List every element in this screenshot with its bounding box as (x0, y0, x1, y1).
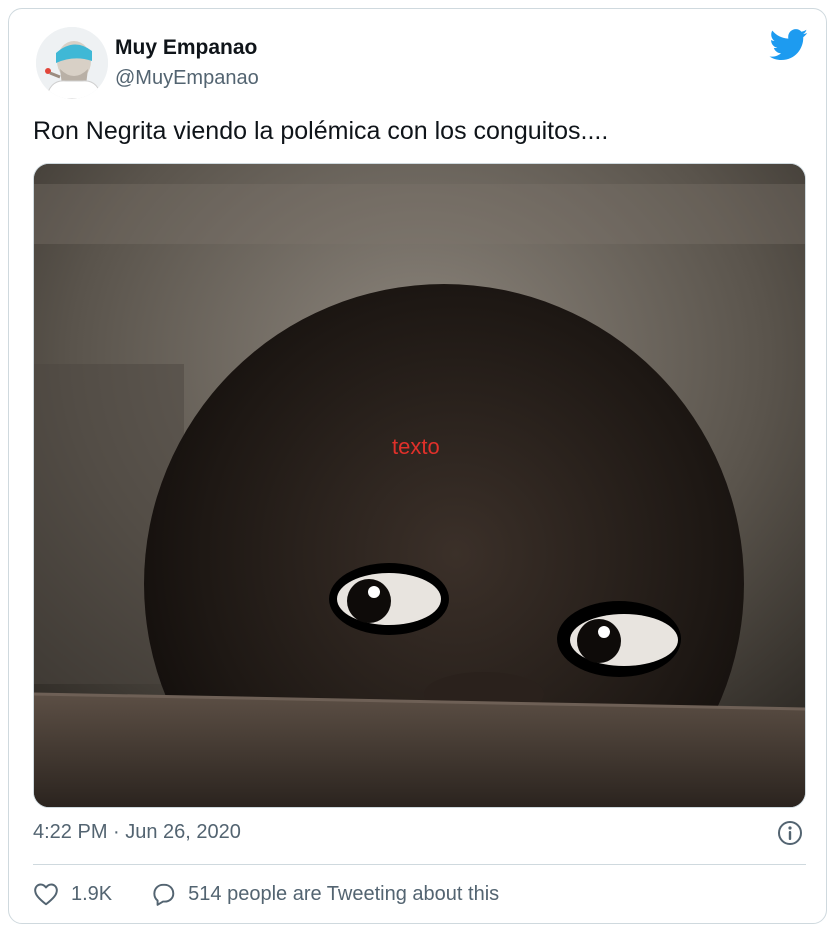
conversation-button[interactable]: 514 people are Tweeting about this (150, 882, 499, 906)
tweet-media-image[interactable]: texto (33, 163, 806, 808)
author-name[interactable]: Muy Empanao (115, 36, 257, 60)
photo-child-peeking (34, 164, 805, 807)
tweet-text: Ron Negrita viendo la polémica con los c… (33, 117, 609, 145)
avatar-image (36, 27, 108, 99)
divider (33, 864, 806, 865)
tweet-timestamp[interactable]: 4:22 PM · Jun 26, 2020 (33, 821, 241, 844)
author-handle[interactable]: @MuyEmpanao (115, 67, 259, 90)
conversation-label: 514 people are Tweeting about this (188, 882, 500, 905)
speech-bubble-icon (153, 883, 175, 906)
like-count: 1.9K (71, 882, 113, 905)
like-button[interactable]: 1.9K (33, 882, 112, 906)
twitter-bird-icon[interactable] (769, 29, 809, 61)
heart-icon (34, 883, 58, 906)
image-overlay-text: texto (392, 434, 440, 459)
author-avatar[interactable] (36, 27, 108, 99)
tweet-actions-bar: 1.9K 514 people are Tweeting about this (33, 877, 537, 911)
tweet-card[interactable]: Muy Empanao @MuyEmpanao Ron Negrita vien… (8, 8, 827, 924)
info-icon[interactable] (777, 820, 803, 846)
